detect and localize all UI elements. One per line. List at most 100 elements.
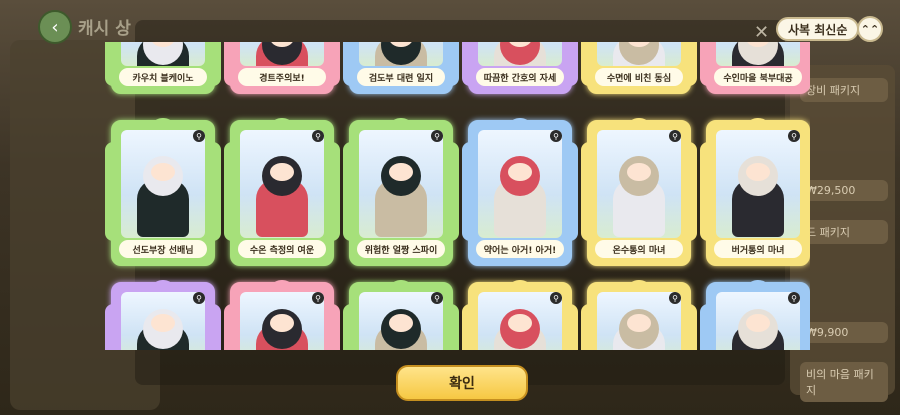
outfit-portrait xyxy=(359,130,443,238)
card-wing-right xyxy=(800,142,810,242)
outfit-card[interactable]: ⚲ 위험한 얼짱 스파이 xyxy=(343,118,459,266)
back-button[interactable]: ‹ xyxy=(38,10,72,44)
close-icon[interactable]: ✕ xyxy=(754,22,769,43)
card-wing-left xyxy=(105,142,121,242)
zoom-icon[interactable]: ⚲ xyxy=(669,130,681,142)
leaf-ornament-icon xyxy=(392,118,410,128)
card-wing-right xyxy=(205,304,221,350)
leaf-ornament-icon xyxy=(749,280,767,290)
outfit-card[interactable]: ⚲수면에 비친 동심 xyxy=(581,42,697,94)
outfit-card[interactable]: ⚲ 선도부장 선배님 xyxy=(105,118,221,266)
leaf-ornament-icon xyxy=(749,118,767,128)
back-arrow-icon: ‹ xyxy=(51,16,59,38)
outfit-card[interactable]: ⚲ 약어는 아거! 아거! xyxy=(462,118,578,266)
outfit-card[interactable]: ⚲ 수온 측정의 여운 xyxy=(224,118,340,266)
card-wing-left xyxy=(105,304,121,350)
outfit-card[interactable]: ⚲ xyxy=(105,280,221,350)
outfit-name: 약어는 아거! 아거! xyxy=(476,240,564,258)
outfit-name: 선도부장 선배님 xyxy=(119,240,207,258)
zoom-icon[interactable]: ⚲ xyxy=(193,292,205,304)
outfit-card[interactable]: ⚲ xyxy=(581,280,697,350)
outfit-name: 버거통의 마녀 xyxy=(714,240,802,258)
leaf-ornament-icon xyxy=(154,118,172,128)
outfit-card[interactable]: ⚲ 버거통의 마녀 xyxy=(700,118,810,266)
card-wing-left xyxy=(343,304,359,350)
bg-price-label: ₩9,900 xyxy=(800,322,888,343)
outfit-portrait xyxy=(359,42,443,66)
card-wing-right xyxy=(562,42,578,86)
outfit-card[interactable]: ⚲ 온수통의 마녀 xyxy=(581,118,697,266)
outfit-card[interactable]: ⚲ xyxy=(462,280,578,350)
zoom-icon[interactable]: ⚲ xyxy=(788,130,800,142)
outfit-name: 수면에 비친 동심 xyxy=(595,68,683,86)
sort-dropdown-button[interactable]: 사복 최신순 xyxy=(776,17,860,41)
outfit-portrait xyxy=(240,130,324,238)
outfit-name: 수인마을 북부대공 xyxy=(714,68,802,86)
outfit-name: 수온 측정의 여운 xyxy=(238,240,326,258)
zoom-icon[interactable]: ⚲ xyxy=(312,292,324,304)
card-wing-left xyxy=(462,304,478,350)
outfit-card[interactable]: ⚲ xyxy=(700,280,810,350)
outfit-card[interactable]: ⚲수인마을 북부대공 xyxy=(700,42,810,94)
card-wing-right xyxy=(443,42,459,86)
bg-package-label: 비의 마음 패키지 xyxy=(800,362,888,402)
outfit-portrait xyxy=(716,130,800,238)
outfit-portrait xyxy=(597,42,681,66)
outfit-portrait xyxy=(240,42,324,66)
card-wing-left xyxy=(700,304,716,350)
card-wing-right xyxy=(205,42,221,86)
zoom-icon[interactable]: ⚲ xyxy=(431,130,443,142)
card-wing-right xyxy=(205,142,221,242)
outfit-portrait xyxy=(716,42,800,66)
leaf-ornament-icon xyxy=(511,280,529,290)
outfit-grid: ⚲카우치 블케이노⚲경트주의보!⚲검도부 대련 일지⚲따끔한 간호의 자세⚲수면… xyxy=(105,42,810,350)
outfit-portrait xyxy=(121,42,205,66)
leaf-ornament-icon xyxy=(273,280,291,290)
card-wing-left xyxy=(462,142,478,242)
zoom-icon[interactable]: ⚲ xyxy=(550,292,562,304)
outfit-card[interactable]: ⚲경트주의보! xyxy=(224,42,340,94)
outfit-card[interactable]: ⚲ xyxy=(343,280,459,350)
card-wing-left xyxy=(343,142,359,242)
outfit-portrait xyxy=(121,292,205,350)
card-wing-left xyxy=(700,142,716,242)
zoom-icon[interactable]: ⚲ xyxy=(312,130,324,142)
outfit-name: 따끔한 간호의 자세 xyxy=(476,68,564,86)
outfit-card[interactable]: ⚲카우치 블케이노 xyxy=(105,42,221,94)
outfit-portrait xyxy=(121,130,205,238)
leaf-ornament-icon xyxy=(273,118,291,128)
outfit-portrait xyxy=(716,292,800,350)
confirm-button[interactable]: 확인 xyxy=(396,365,528,401)
outfit-portrait xyxy=(597,292,681,350)
zoom-icon[interactable]: ⚲ xyxy=(193,130,205,142)
card-wing-left xyxy=(224,142,240,242)
zoom-icon[interactable]: ⚲ xyxy=(788,292,800,304)
card-wing-right xyxy=(800,304,810,350)
outfit-name: 위험한 얼짱 스파이 xyxy=(357,240,445,258)
outfit-name: 카우치 블케이노 xyxy=(119,68,207,86)
card-wing-right xyxy=(324,142,340,242)
card-wing-right xyxy=(681,142,697,242)
bg-package-label: 드 패키지 xyxy=(800,220,888,244)
outfit-name: 온수통의 마녀 xyxy=(595,240,683,258)
zoom-icon[interactable]: ⚲ xyxy=(669,292,681,304)
card-wing-left xyxy=(224,304,240,350)
leaf-ornament-icon xyxy=(154,280,172,290)
zoom-icon[interactable]: ⚲ xyxy=(550,130,562,142)
card-wing-right xyxy=(681,42,697,86)
leaf-ornament-icon xyxy=(630,118,648,128)
outfit-portrait xyxy=(478,42,562,66)
outfit-card[interactable]: ⚲검도부 대련 일지 xyxy=(343,42,459,94)
zoom-icon[interactable]: ⚲ xyxy=(431,292,443,304)
card-wing-right xyxy=(443,142,459,242)
bg-price-label: ₩29,500 xyxy=(800,180,888,201)
chevron-double-up-icon[interactable]: ⌃⌃ xyxy=(857,16,883,42)
outfit-card[interactable]: ⚲따끔한 간호의 자세 xyxy=(462,42,578,94)
leaf-ornament-icon xyxy=(511,118,529,128)
leaf-ornament-icon xyxy=(630,280,648,290)
outfit-card[interactable]: ⚲ xyxy=(224,280,340,350)
card-wing-left xyxy=(581,142,597,242)
card-wing-right xyxy=(562,304,578,350)
card-wing-right xyxy=(324,42,340,86)
leaf-ornament-icon xyxy=(392,280,410,290)
